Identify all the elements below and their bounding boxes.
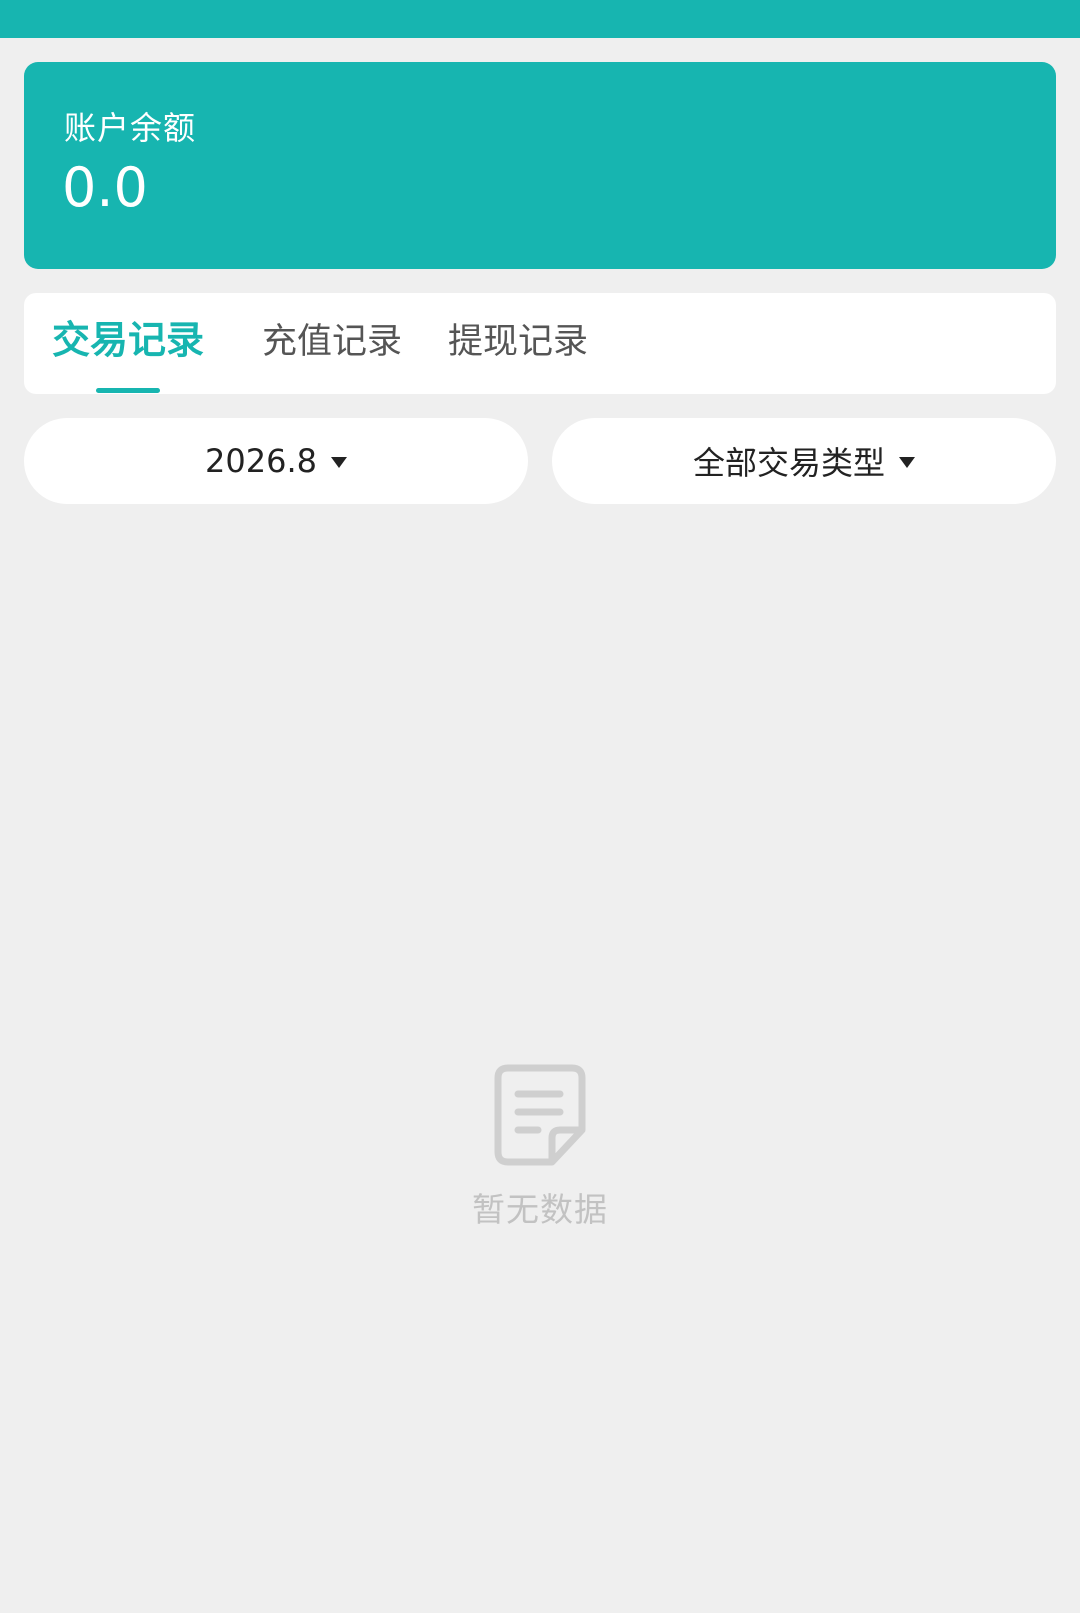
date-filter-value: 2026.8	[205, 442, 317, 480]
active-tab-indicator	[96, 388, 160, 393]
status-bar	[0, 0, 1080, 38]
balance-card: 账户余额 0.0	[24, 62, 1056, 269]
empty-state-text: 暂无数据	[472, 1190, 608, 1229]
balance-value: 0.0	[62, 156, 148, 219]
tab-withdraw[interactable]: 提现记录	[448, 319, 588, 365]
tab-transactions[interactable]: 交易记录	[52, 317, 204, 363]
caret-down-icon	[330, 456, 347, 468]
type-filter-button[interactable]: 全部交易类型	[552, 418, 1056, 504]
caret-down-icon	[899, 456, 915, 468]
tab-recharge[interactable]: 充值记录	[262, 319, 402, 365]
type-filter-value: 全部交易类型	[692, 444, 885, 482]
date-filter-button[interactable]: 2026.8	[24, 418, 528, 504]
document-icon	[494, 1064, 586, 1166]
empty-state: 暂无数据	[0, 1064, 1080, 1232]
balance-label: 账户余额	[64, 109, 197, 147]
record-tabs: 交易记录 充值记录 提现记录	[24, 293, 1056, 394]
